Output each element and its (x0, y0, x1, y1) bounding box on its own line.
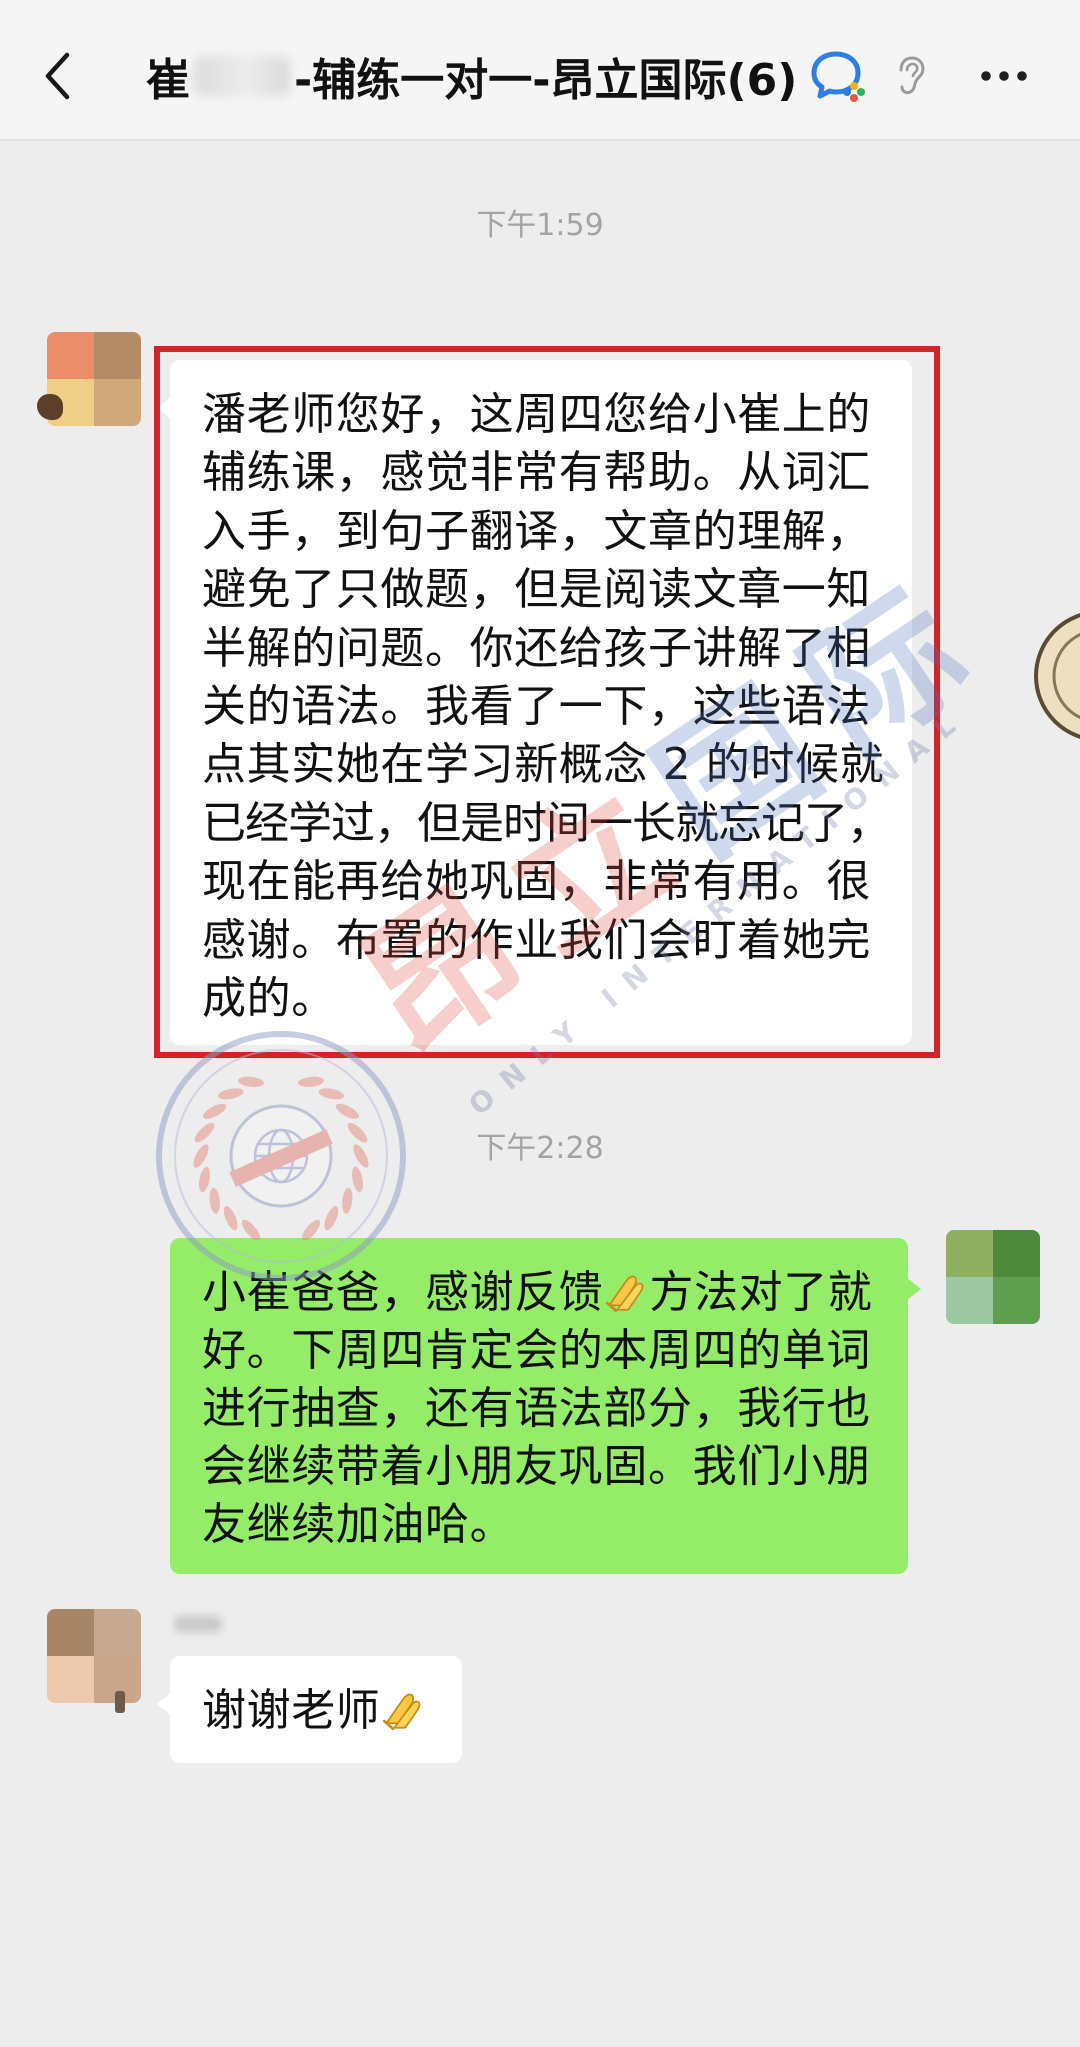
redacted-title-part (194, 56, 290, 96)
more-dots-icon[interactable] (976, 60, 1032, 92)
timestamp: 下午1:59 (476, 208, 604, 243)
message-line: 好。下周四肯定会的本周四的单词 (202, 1325, 871, 1376)
chat-title-suffix: -辅练一对一-昂立国际(6) (294, 55, 798, 106)
laurel-leaf (217, 1088, 244, 1100)
pray-hands-glyph (383, 1693, 421, 1731)
partial-seal-right (1034, 613, 1080, 739)
back-button[interactable] (30, 46, 86, 106)
message-line: 进行抽查，还有语法部分，我行也 (202, 1383, 871, 1434)
laurel-leaf (202, 1103, 227, 1119)
avatar[interactable] (37, 332, 141, 426)
my-avatar[interactable] (946, 1230, 1040, 1324)
pray-emoji: 🙏 (604, 1269, 648, 1313)
highlight-frame (154, 346, 940, 1058)
pray-emoji: 🙏 (381, 1687, 425, 1731)
redacted-sender-name (174, 1616, 222, 1632)
avatar-mark (115, 1691, 125, 1713)
message-line: 友继续加油哈。 (202, 1499, 515, 1550)
wecom-chat-icon (811, 51, 865, 102)
laurel-leaf (209, 1187, 220, 1214)
chevron-left-icon (45, 52, 70, 100)
avatar[interactable] (47, 1609, 141, 1713)
chat-header: 崔 -辅练一对一-昂立国际(6) (0, 0, 1080, 141)
laurel-leaf (199, 1166, 210, 1193)
message-line: 小崔爸爸，感谢反馈🙏方法对了就 (202, 1267, 873, 1318)
message-line: 会继续带着小朋友巩固。我们小朋 (202, 1441, 871, 1492)
bubble-tail (157, 1693, 171, 1715)
message-bubble-outgoing[interactable]: 小崔爸爸，感谢反馈🙏方法对了就 好。下周四肯定会的本周四的单词 进行抽查，还有语… (170, 1238, 921, 1574)
bubble-tail (907, 1278, 921, 1300)
avatar-sticker-mark (37, 394, 63, 420)
laurel-leaf (238, 1076, 264, 1087)
chat-screen: 崔 -辅练一对一-昂立国际(6) 下午1:59 潘老师您好，这周四您给小崔上的 (0, 0, 1080, 2047)
timestamp: 下午2:28 (476, 1131, 604, 1166)
laurel-leaf (324, 1206, 339, 1231)
laurel-leaf (223, 1206, 238, 1231)
laurel-leaf (342, 1187, 353, 1214)
laurel-leaf (352, 1166, 363, 1193)
chat-title[interactable]: 崔 -辅练一对一-昂立国际(6) (146, 46, 797, 106)
pray-hands-glyph (606, 1275, 644, 1313)
ear-icon (899, 56, 925, 95)
chat-title-prefix: 崔 (146, 55, 190, 106)
laurel-leaf (318, 1088, 345, 1100)
message-bubble-incoming[interactable]: 谢谢老师🙏 (157, 1656, 463, 1763)
message-line: 谢谢老师🙏 (202, 1682, 426, 1740)
laurel-leaf (298, 1076, 324, 1087)
laurel-leaf (335, 1103, 360, 1119)
